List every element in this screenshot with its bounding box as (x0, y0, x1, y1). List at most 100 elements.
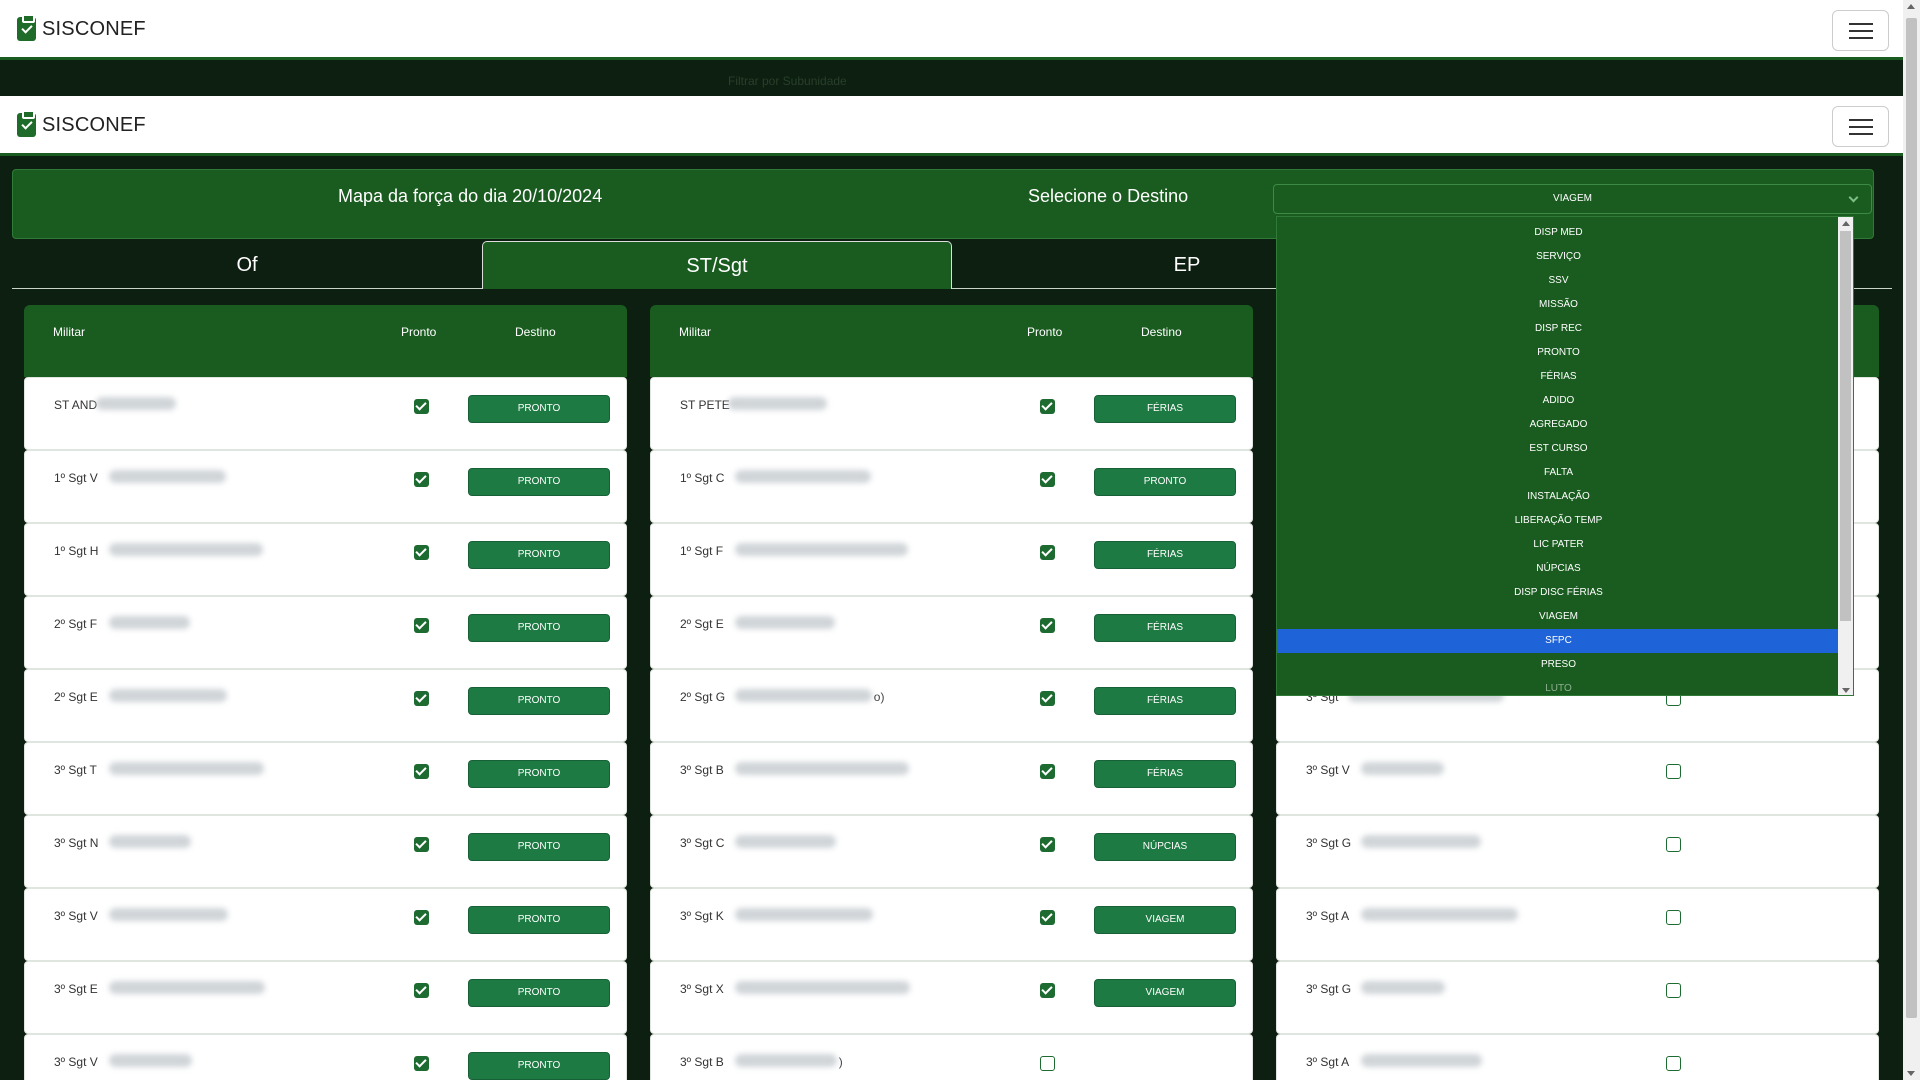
dropdown-option[interactable]: NÚPCIAS (1277, 557, 1840, 581)
dropdown-option[interactable]: PRESO (1277, 653, 1840, 677)
destination-button[interactable]: FÉRIAS (1094, 395, 1236, 423)
redacted-name (734, 835, 836, 848)
dropdown-option[interactable]: DISP MED (1277, 221, 1840, 245)
table-row: 2º Sgt F PRONTO (24, 596, 627, 669)
destination-button[interactable]: PRONTO (468, 833, 610, 861)
dropdown-option[interactable]: LIC PATER (1277, 533, 1840, 557)
military-name: 3º Sgt C (680, 836, 725, 850)
brand[interactable]: SISCONEF (17, 14, 146, 41)
page-scrollbar[interactable] (1903, 0, 1920, 1080)
dropdown-scrollbar[interactable] (1838, 217, 1853, 695)
destination-button[interactable]: VIAGEM (1094, 979, 1236, 1007)
pronto-checkbox[interactable] (1666, 983, 1681, 998)
dropdown-option[interactable]: DISP REC (1277, 317, 1840, 341)
dropdown-option[interactable]: EST CURSO (1277, 437, 1840, 461)
dropdown-option[interactable]: PRONTO (1277, 341, 1840, 365)
destination-select-value: VIAGEM (1553, 193, 1592, 204)
column-header: Militar Pronto Destino (24, 305, 627, 377)
pronto-checkbox[interactable] (414, 764, 429, 779)
destination-button[interactable]: FÉRIAS (1094, 614, 1236, 642)
table-row: 3º Sgt E PRONTO (24, 961, 627, 1034)
pronto-checkbox[interactable] (414, 545, 429, 560)
dropdown-option[interactable]: ADIDO (1277, 389, 1840, 413)
pronto-checkbox[interactable] (1040, 983, 1055, 998)
dropdown-option[interactable]: LIBERAÇÃO TEMP (1277, 509, 1840, 533)
pronto-checkbox[interactable] (414, 983, 429, 998)
dropdown-option[interactable]: DISP DISC FÉRIAS (1277, 581, 1840, 605)
dropdown-option[interactable]: VIAGEM (1277, 605, 1840, 629)
dropdown-scroll-thumb[interactable] (1840, 231, 1851, 621)
pronto-checkbox[interactable] (414, 618, 429, 633)
table-row: 2º Sgt G o) FÉRIAS (650, 669, 1253, 742)
pronto-checkbox[interactable] (1040, 837, 1055, 852)
pronto-checkbox[interactable] (414, 1056, 429, 1071)
pronto-checkbox[interactable] (1666, 1056, 1681, 1071)
table-row: 1º Sgt C PRONTO (650, 450, 1253, 523)
menu-toggle-button[interactable] (1832, 10, 1889, 51)
table-row: 3º Sgt B) (650, 1034, 1253, 1080)
pronto-checkbox[interactable] (1040, 1056, 1055, 1071)
pronto-checkbox[interactable] (1040, 472, 1055, 487)
dropdown-option[interactable]: INSTALAÇÃO (1277, 485, 1840, 509)
military-name: 2º Sgt F (54, 617, 98, 631)
destination-button[interactable]: PRONTO (468, 687, 610, 715)
redacted-name (108, 470, 226, 483)
destination-button[interactable]: PRONTO (468, 395, 610, 423)
filter-subunit-placeholder[interactable]: Filtrar por Subunidade (728, 74, 847, 88)
destination-button[interactable]: PRONTO (468, 979, 610, 1007)
pronto-checkbox[interactable] (1666, 764, 1681, 779)
redacted-name (1360, 762, 1444, 775)
destination-button[interactable]: PRONTO (468, 614, 610, 642)
pronto-checkbox[interactable] (1040, 910, 1055, 925)
pronto-checkbox[interactable] (414, 691, 429, 706)
destination-select[interactable]: VIAGEM (1273, 184, 1872, 214)
table-row: 3º Sgt G (1276, 815, 1879, 888)
pronto-checkbox[interactable] (414, 837, 429, 852)
page-scroll-thumb[interactable] (1906, 18, 1917, 1018)
military-name: 1º Sgt V (54, 471, 98, 485)
destination-button[interactable]: FÉRIAS (1094, 687, 1236, 715)
filter-strip (0, 60, 1903, 96)
destination-button[interactable]: FÉRIAS (1094, 541, 1236, 569)
destination-button[interactable]: NÚPCIAS (1094, 833, 1236, 861)
pronto-checkbox[interactable] (1040, 691, 1055, 706)
destination-button[interactable]: FÉRIAS (1094, 760, 1236, 788)
scroll-up-icon (1842, 221, 1850, 226)
dropdown-option[interactable]: FÉRIAS (1277, 365, 1840, 389)
destination-button[interactable]: PRONTO (1094, 468, 1236, 496)
dropdown-option[interactable]: AGREGADO (1277, 413, 1840, 437)
dropdown-option[interactable]: FALTA (1277, 461, 1840, 485)
destination-button[interactable]: PRONTO (468, 541, 610, 569)
pronto-checkbox[interactable] (1040, 399, 1055, 414)
destination-button[interactable]: VIAGEM (1094, 906, 1236, 934)
destination-button[interactable]: PRONTO (468, 468, 610, 496)
dropdown-option[interactable]: MISSÃO (1277, 293, 1840, 317)
menu-toggle-button[interactable] (1832, 106, 1889, 147)
table-row: 3º Sgt G (1276, 961, 1879, 1034)
pronto-checkbox[interactable] (414, 472, 429, 487)
pronto-checkbox[interactable] (1666, 837, 1681, 852)
pronto-checkbox[interactable] (1040, 618, 1055, 633)
header-pronto: Pronto (401, 325, 437, 339)
destination-dropdown-list[interactable]: DISP MED SERVIÇO SSV MISSÃO DISP REC PRONTO FÉ… (1276, 216, 1854, 696)
dropdown-option[interactable]: LUTO (1277, 677, 1840, 695)
table-row: ST AND PRONTO (24, 377, 627, 450)
redacted-name (108, 616, 190, 629)
pronto-checkbox[interactable] (1040, 764, 1055, 779)
dropdown-option[interactable]: SERVIÇO (1277, 245, 1840, 269)
destination-button[interactable]: PRONTO (468, 1052, 610, 1080)
pronto-checkbox[interactable] (414, 910, 429, 925)
tab-of[interactable]: Of (12, 241, 482, 289)
header-destino: Destino (1141, 325, 1182, 339)
dropdown-option[interactable]: SSV (1277, 269, 1840, 293)
dropdown-option[interactable]: SFPC (1277, 629, 1840, 653)
tab-st-sgt[interactable]: ST/Sgt (482, 241, 952, 289)
military-name: 2º Sgt G (680, 690, 726, 704)
table-row: 1º Sgt V PRONTO (24, 450, 627, 523)
destination-button[interactable]: PRONTO (468, 906, 610, 934)
pronto-checkbox[interactable] (1040, 545, 1055, 560)
destination-button[interactable]: PRONTO (468, 760, 610, 788)
pronto-checkbox[interactable] (1666, 910, 1681, 925)
brand[interactable]: SISCONEF (17, 110, 146, 137)
pronto-checkbox[interactable] (414, 399, 429, 414)
